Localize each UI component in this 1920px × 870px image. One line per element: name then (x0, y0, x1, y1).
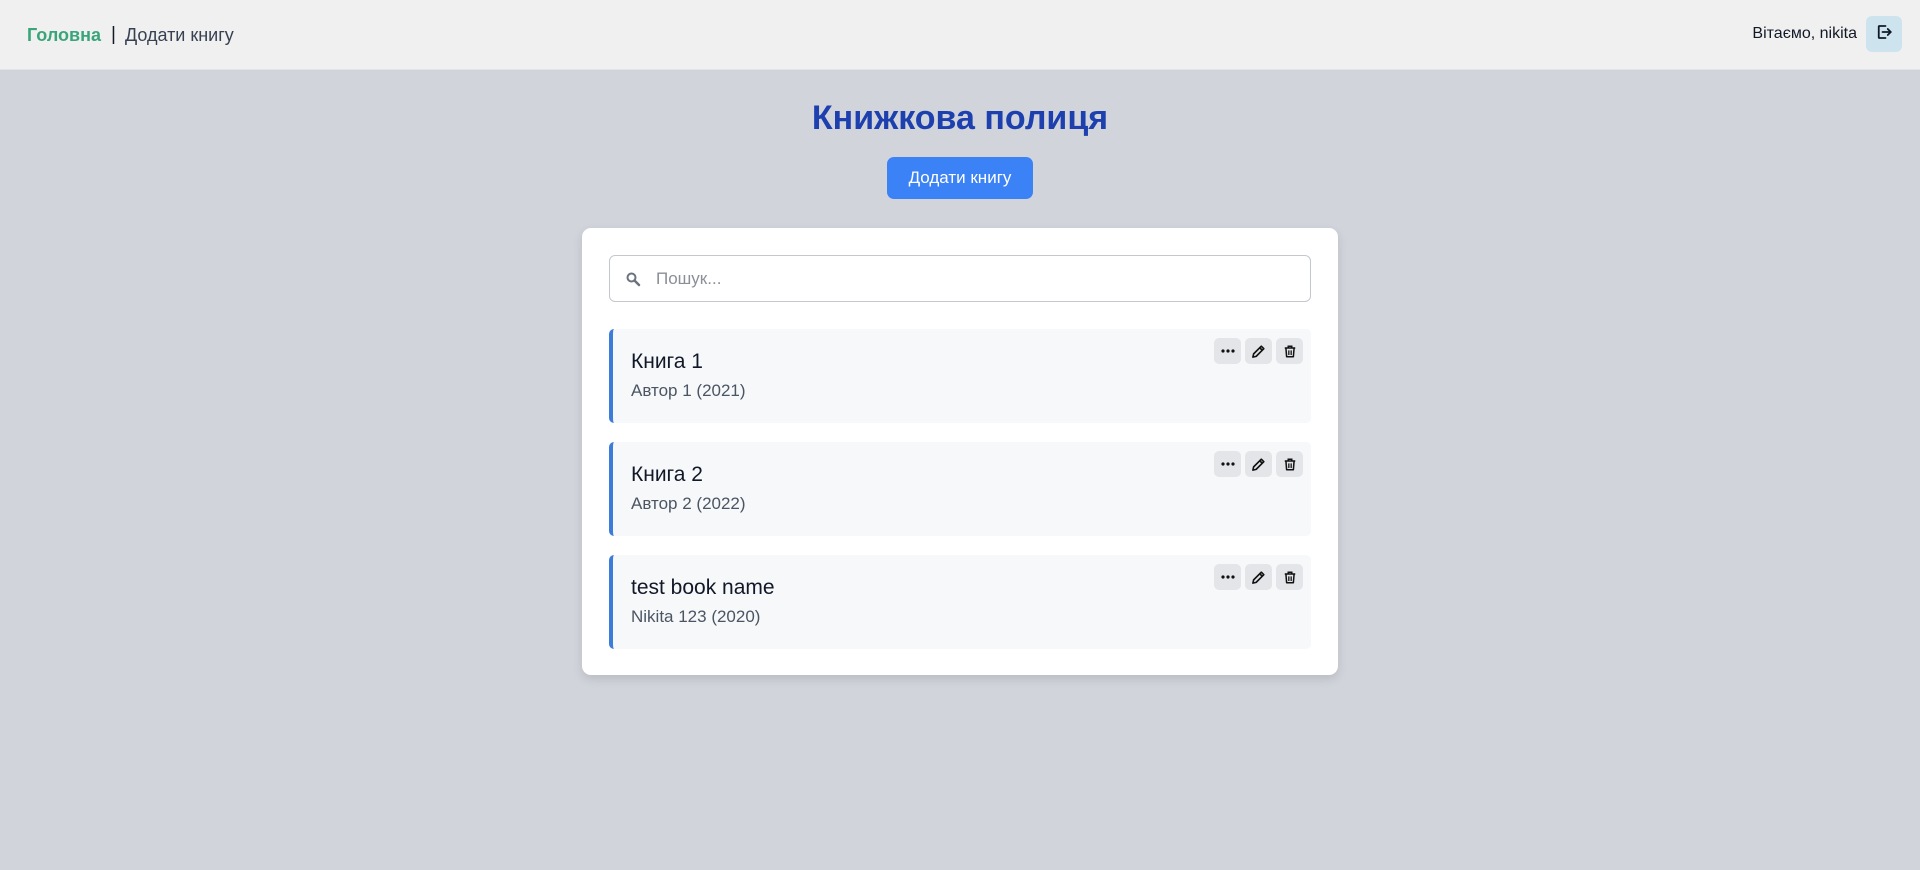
book-list: Книга 1 Автор 1 (2021) Книга 2 Автор 2 (… (609, 329, 1311, 668)
more-icon (1220, 575, 1235, 579)
user-greeting: Вітаємо, nikita (1752, 25, 1857, 42)
more-icon (1220, 462, 1235, 466)
book-author-year: Nikita 123 (2020) (631, 607, 761, 626)
search-icon (625, 271, 641, 287)
user-area: Вітаємо, nikita (1752, 16, 1902, 52)
nav-link-home[interactable]: Головна (27, 25, 101, 46)
delete-button[interactable] (1276, 451, 1303, 477)
delete-button[interactable] (1276, 564, 1303, 590)
logout-icon (1875, 23, 1893, 46)
search-input[interactable] (654, 256, 1294, 301)
more-button[interactable] (1214, 451, 1241, 477)
book-author-year: Автор 2 (2022) (631, 494, 746, 513)
book-list-item[interactable]: Книга 1 Автор 1 (2021) (609, 329, 1311, 423)
book-title: test book name (631, 576, 775, 599)
book-actions (1210, 564, 1303, 590)
book-actions (1210, 338, 1303, 364)
more-button[interactable] (1214, 338, 1241, 364)
delete-icon (1283, 570, 1297, 585)
search-box (609, 255, 1311, 302)
add-book-button[interactable]: Додати книгу (887, 157, 1033, 199)
top-navigation-bar: Головна | Додати книгу Вітаємо, nikita (0, 0, 1920, 70)
nav-link-add-book[interactable]: Додати книгу (125, 25, 234, 46)
delete-icon (1283, 457, 1297, 472)
edit-icon (1251, 457, 1266, 472)
edit-button[interactable] (1245, 338, 1272, 364)
delete-button[interactable] (1276, 338, 1303, 364)
book-actions (1210, 451, 1303, 477)
book-list-item[interactable]: test book name Nikita 123 (2020) (609, 555, 1311, 649)
more-button[interactable] (1214, 564, 1241, 590)
nav-separator: | (111, 24, 116, 45)
edit-button[interactable] (1245, 564, 1272, 590)
page-title: Книжкова полиця (811, 99, 1109, 137)
book-author-year: Автор 1 (2021) (631, 381, 746, 400)
edit-button[interactable] (1245, 451, 1272, 477)
logout-button[interactable] (1866, 16, 1902, 52)
book-list-item[interactable]: Книга 2 Автор 2 (2022) (609, 442, 1311, 536)
main-nav: Головна | Додати книгу (27, 0, 234, 70)
delete-icon (1283, 344, 1297, 359)
book-title: Книга 1 (631, 350, 703, 373)
book-list-card: Книга 1 Автор 1 (2021) (582, 228, 1338, 675)
more-icon (1220, 349, 1235, 353)
edit-icon (1251, 570, 1266, 585)
book-title: Книга 2 (631, 463, 703, 486)
edit-icon (1251, 344, 1266, 359)
